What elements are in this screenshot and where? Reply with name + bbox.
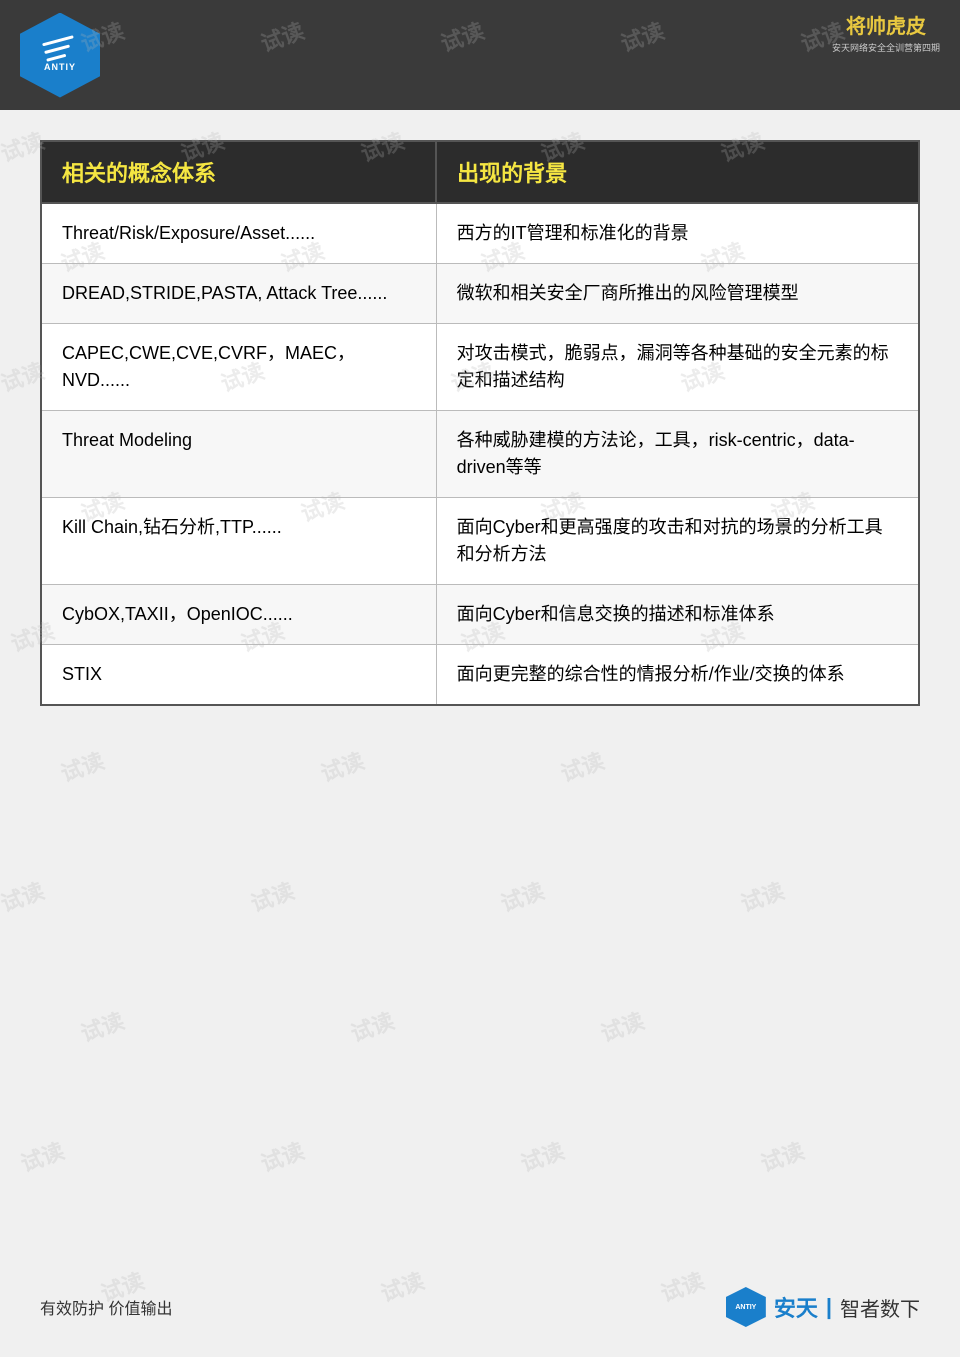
table-cell-right: 对攻击模式，脆弱点，漏洞等各种基础的安全元素的标定和描述结构 bbox=[436, 324, 919, 411]
page-footer: 有效防护 价值输出 ANTIY 安天 | 智者数下 bbox=[0, 1287, 960, 1327]
header-brand: 将帅虎皮 安天网络安全全训营第四期 bbox=[832, 10, 940, 54]
footer-brand-tagline: 智者数下 bbox=[840, 1293, 920, 1322]
logo-line-3 bbox=[46, 53, 66, 61]
table-cell-left: Threat/Risk/Exposure/Asset...... bbox=[41, 203, 436, 264]
table-row: CAPEC,CWE,CVE,CVRF，MAEC，NVD......对攻击模式，脆… bbox=[41, 324, 919, 411]
table-cell-right: 西方的IT管理和标准化的背景 bbox=[436, 203, 919, 264]
table-cell-right: 面向Cyber和更高强度的攻击和对抗的场景的分析工具和分析方法 bbox=[436, 498, 919, 585]
table-cell-left: Threat Modeling bbox=[41, 411, 436, 498]
table-cell-left: CybOX,TAXII，OpenIOC...... bbox=[41, 585, 436, 645]
footer-brand-name: 安天 bbox=[774, 1291, 818, 1323]
brand-text: 将帅虎皮 bbox=[846, 10, 926, 39]
table-cell-left: STIX bbox=[41, 645, 436, 706]
brand-subtitle: 安天网络安全全训营第四期 bbox=[832, 41, 940, 54]
footer-logo-text: ANTIY bbox=[735, 1304, 756, 1311]
table-cell-right: 各种威胁建模的方法论，工具，risk-centric，data-driven等等 bbox=[436, 411, 919, 498]
footer-brand: ANTIY 安天 | 智者数下 bbox=[726, 1287, 920, 1327]
table-cell-left: CAPEC,CWE,CVE,CVRF，MAEC，NVD...... bbox=[41, 324, 436, 411]
col1-header: 相关的概念体系 bbox=[41, 141, 436, 203]
col2-header: 出现的背景 bbox=[436, 141, 919, 203]
logo-lines bbox=[42, 35, 78, 62]
table-cell-left: Kill Chain,钻石分析,TTP...... bbox=[41, 498, 436, 585]
table-row: CybOX,TAXII，OpenIOC......面向Cyber和信息交换的描述… bbox=[41, 585, 919, 645]
concept-table: 相关的概念体系 出现的背景 Threat/Risk/Exposure/Asset… bbox=[40, 140, 920, 706]
table-row: Threat/Risk/Exposure/Asset......西方的IT管理和… bbox=[41, 203, 919, 264]
table-row: Threat Modeling各种威胁建模的方法论，工具，risk-centri… bbox=[41, 411, 919, 498]
logo-line-2 bbox=[44, 44, 70, 54]
table-row: Kill Chain,钻石分析,TTP......面向Cyber和更高强度的攻击… bbox=[41, 498, 919, 585]
table-row: STIX面向更完整的综合性的情报分析/作业/交换的体系 bbox=[41, 645, 919, 706]
table-cell-right: 面向更完整的综合性的情报分析/作业/交换的体系 bbox=[436, 645, 919, 706]
table-row: DREAD,STRIDE,PASTA, Attack Tree......微软和… bbox=[41, 264, 919, 324]
footer-logo-hex: ANTIY bbox=[726, 1287, 766, 1327]
footer-separator: | bbox=[826, 1294, 832, 1320]
main-content: 相关的概念体系 出现的背景 Threat/Risk/Exposure/Asset… bbox=[0, 110, 960, 736]
table-cell-right: 微软和相关安全厂商所推出的风险管理模型 bbox=[436, 264, 919, 324]
footer-tagline: 有效防护 价值输出 bbox=[40, 1295, 172, 1319]
logo-text: ANTIY bbox=[44, 62, 76, 72]
table-cell-right: 面向Cyber和信息交换的描述和标准体系 bbox=[436, 585, 919, 645]
page-header: ANTIY 将帅虎皮 安天网络安全全训营第四期 bbox=[0, 0, 960, 110]
table-cell-left: DREAD,STRIDE,PASTA, Attack Tree...... bbox=[41, 264, 436, 324]
antiy-logo: ANTIY bbox=[20, 13, 100, 98]
